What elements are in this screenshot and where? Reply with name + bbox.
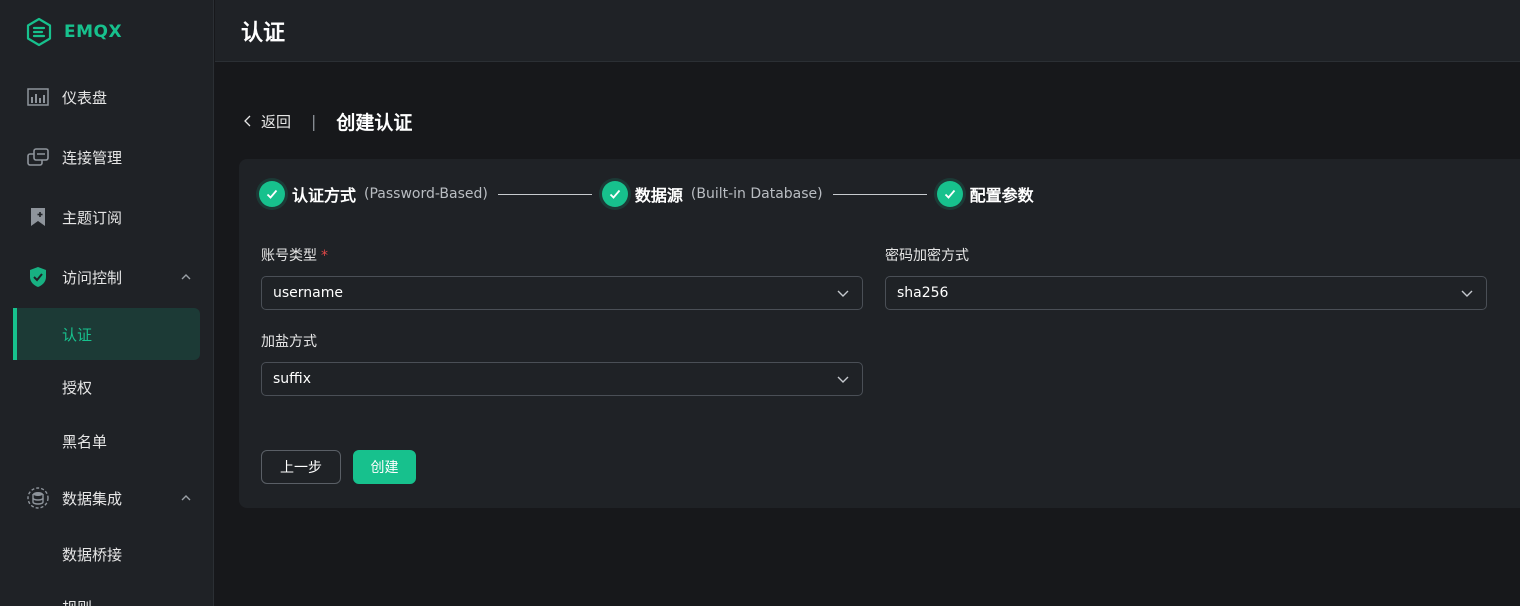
back-label: 返回 (261, 112, 292, 131)
salt-position-label: 加盐方式 (261, 331, 317, 351)
salt-position-value: suffix (273, 371, 311, 387)
sidebar-item-label: 访问控制 (62, 268, 123, 287)
connections-icon (26, 145, 50, 169)
page-title: 认证 (241, 20, 286, 46)
account-type-label-text: 账号类型 (261, 248, 317, 264)
account-type-value: username (273, 285, 343, 301)
create-button[interactable]: 创建 (353, 450, 416, 484)
brand-name: EMQX (64, 22, 123, 42)
sidebar-subitem-label: 认证 (62, 325, 93, 344)
chevron-down-icon (1461, 290, 1473, 297)
password-hash-select[interactable]: sha256 (885, 276, 1487, 310)
chevron-down-icon (837, 290, 849, 297)
step-desc: (Password-Based) (364, 186, 488, 202)
sidebar-subitem-label: 数据桥接 (62, 545, 123, 564)
sidebar-subitem-blacklist[interactable]: 黑名单 (13, 415, 200, 467)
password-hash-label: 密码加密方式 (885, 245, 969, 265)
sidebar: EMQX 仪表盘 连接管理 主题订阅 访问控制 认证 授权 黑名单 数据集成 数… (0, 0, 214, 606)
sidebar-item-label: 连接管理 (62, 148, 123, 167)
password-hash-value: sha256 (897, 285, 949, 301)
main-content: 返回 | 创建认证 认证方式 (Password-Based) 数据源 (Bui… (215, 63, 1520, 606)
step-title: 数据源 (634, 186, 683, 205)
back-button[interactable]: 返回 (243, 111, 291, 132)
logo[interactable]: EMQX (24, 16, 122, 48)
form-title: 创建认证 (336, 111, 413, 134)
password-hash-label-text: 密码加密方式 (885, 248, 969, 264)
step-connector (497, 193, 592, 195)
check-icon (936, 181, 963, 207)
steps-bar: 认证方式 (Password-Based) 数据源 (Built-in Data… (259, 179, 1034, 209)
bookmark-icon (26, 205, 50, 229)
prev-step-button[interactable]: 上一步 (261, 450, 341, 484)
dashboard-icon (26, 85, 50, 109)
sidebar-subitem-label: 授权 (62, 378, 93, 397)
database-icon (26, 486, 50, 510)
salt-position-select[interactable]: suffix (261, 362, 863, 396)
account-type-select[interactable]: username (261, 276, 863, 310)
emqx-logo-icon (26, 17, 52, 47)
sidebar-item-connections[interactable]: 连接管理 (0, 131, 213, 183)
page-header: 认证 (215, 0, 1520, 62)
sidebar-item-label: 主题订阅 (62, 208, 123, 227)
step-config: 配置参数 (936, 181, 1034, 207)
shield-check-icon (26, 265, 50, 289)
chevron-up-icon (181, 274, 191, 280)
sidebar-item-dashboard[interactable]: 仪表盘 (0, 71, 213, 123)
sidebar-item-label: 仪表盘 (62, 88, 108, 107)
step-title: 认证方式 (292, 186, 357, 205)
sidebar-item-access-control[interactable]: 访问控制 (0, 251, 213, 303)
sidebar-subitem-rules[interactable]: 规则 (13, 581, 200, 606)
sidebar-subitem-label: 规则 (62, 597, 92, 606)
required-mark: * (321, 248, 328, 264)
breadcrumb-separator: | (311, 111, 317, 131)
create-auth-card: 认证方式 (Password-Based) 数据源 (Built-in Data… (239, 159, 1520, 508)
salt-position-label-text: 加盐方式 (261, 334, 317, 350)
sidebar-subitem-authentication[interactable]: 认证 (13, 308, 200, 360)
sidebar-item-subscriptions[interactable]: 主题订阅 (0, 191, 213, 243)
sidebar-subitem-data-bridge[interactable]: 数据桥接 (13, 528, 200, 580)
chevron-up-icon (181, 495, 191, 501)
sidebar-subitem-label: 黑名单 (62, 432, 108, 451)
step-title: 配置参数 (969, 186, 1034, 205)
sidebar-subitem-authorization[interactable]: 授权 (13, 361, 200, 413)
step-desc: (Built-in Database) (690, 186, 823, 202)
account-type-label: 账号类型 * (261, 245, 328, 265)
check-icon (601, 181, 628, 207)
chevron-down-icon (837, 376, 849, 383)
sidebar-item-data-integration[interactable]: 数据集成 (0, 472, 213, 524)
breadcrumb: 返回 | 创建认证 (243, 107, 412, 135)
sidebar-item-label: 数据集成 (62, 489, 123, 508)
chevron-left-icon (244, 115, 251, 127)
step-connector (832, 193, 927, 195)
check-icon (259, 181, 285, 207)
step-data-source: 数据源 (Built-in Database) (601, 181, 823, 207)
step-auth-method: 认证方式 (Password-Based) (259, 181, 488, 207)
